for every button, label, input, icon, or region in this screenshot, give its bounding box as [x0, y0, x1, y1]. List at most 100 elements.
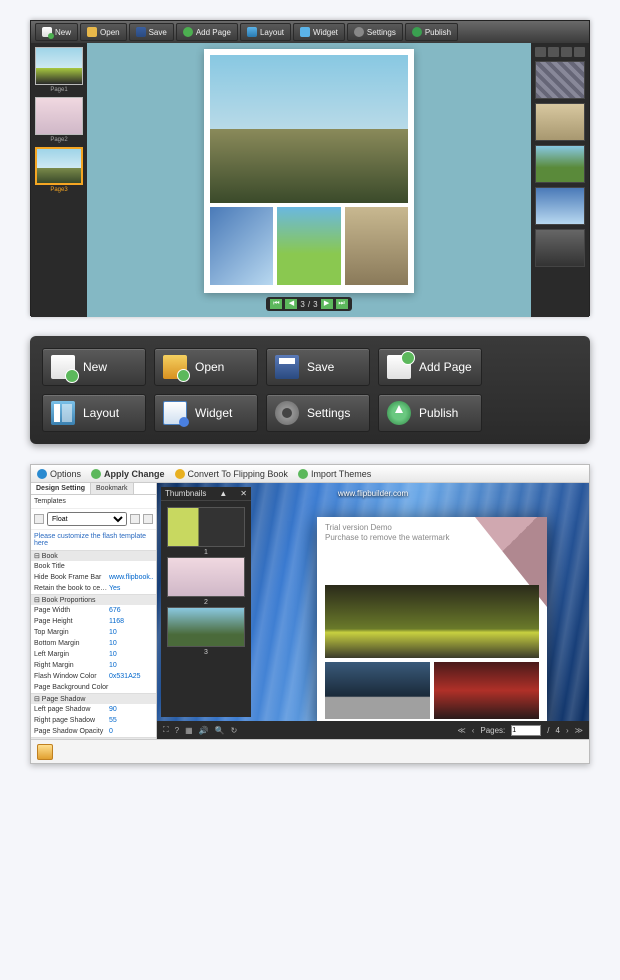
preview-bottom-bar: ⛶ ? ▦ 🔊 🔍 ↻ ≪ ‹ Pages: / 4 › ≫ [157, 721, 589, 739]
thumbnails-icon[interactable]: ▦ [185, 726, 193, 735]
canvas-image-2[interactable] [277, 207, 340, 285]
apply-change-button[interactable]: Apply Change [91, 469, 165, 479]
prop-row[interactable]: Page Background Color [31, 682, 156, 693]
page-input[interactable] [511, 725, 541, 736]
first-page-button[interactable]: ⏮ [270, 299, 282, 309]
canvas-main-image[interactable] [210, 55, 408, 203]
canvas-image-3[interactable] [345, 207, 408, 285]
prop-row[interactable]: Bottom Margin10 [31, 638, 156, 649]
thumbnails-pin-icon[interactable]: ▲ [219, 489, 227, 498]
tb-widget[interactable]: Widget [293, 23, 345, 41]
tb-publish[interactable]: Publish [405, 23, 458, 41]
asset-tab-2[interactable] [548, 47, 559, 57]
prop-row[interactable]: Right Margin10 [31, 660, 156, 671]
template-browse[interactable] [130, 514, 140, 524]
preview-thumb-3[interactable]: 3 [167, 607, 245, 647]
prop-value[interactable]: 10 [109, 649, 153, 660]
flipbook-page[interactable]: Trial version Demo Purchase to remove th… [317, 517, 547, 727]
zoom-icon[interactable]: 🔍 [215, 726, 225, 735]
main-toolbar: New Open Save Add Page Layout Widget Set… [30, 336, 590, 444]
template-refresh[interactable] [143, 514, 153, 524]
template-swatch[interactable] [34, 514, 44, 524]
convert-button[interactable]: Convert To Flipping Book [175, 469, 288, 479]
prop-value[interactable] [109, 682, 153, 693]
prop-row[interactable]: Flash Window Color0x531A25 [31, 671, 156, 682]
prop-row[interactable]: Page Width676 [31, 605, 156, 616]
prop-row[interactable]: Top Margin10 [31, 627, 156, 638]
prop-row[interactable]: Book Title [31, 561, 156, 572]
tb-addpage[interactable]: Add Page [176, 23, 238, 41]
settings-button[interactable]: Settings [266, 394, 370, 432]
prop-row[interactable]: Retain the book to centerYes [31, 583, 156, 594]
open-button[interactable]: Open [154, 348, 258, 386]
prop-value[interactable]: 90 [109, 704, 153, 715]
help-icon[interactable]: ? [175, 726, 179, 735]
tab-design-setting[interactable]: Design Setting [31, 483, 91, 494]
page-thumb-2[interactable] [35, 97, 83, 135]
tb-settings[interactable]: Settings [347, 23, 403, 41]
asset-tab-1[interactable] [535, 47, 546, 57]
canvas-image-1[interactable] [210, 207, 273, 285]
asset-thumb-5[interactable] [535, 229, 585, 267]
asset-thumb-1[interactable] [535, 61, 585, 99]
preview-thumb-2[interactable]: 2 [167, 557, 245, 597]
last-page-button[interactable]: ⏭ [336, 299, 348, 309]
prop-group[interactable]: ⊟ Book [31, 550, 156, 561]
asset-tab-3[interactable] [561, 47, 572, 57]
tb-save[interactable]: Save [129, 23, 174, 41]
asset-thumb-3[interactable] [535, 145, 585, 183]
prop-value[interactable]: 55 [109, 715, 153, 726]
autoflip-icon[interactable]: ↻ [231, 726, 238, 735]
tb-layout[interactable]: Layout [240, 23, 291, 41]
save-button[interactable]: Save [266, 348, 370, 386]
asset-thumb-4[interactable] [535, 187, 585, 225]
asset-tab-4[interactable] [574, 47, 585, 57]
prop-value[interactable]: Yes [109, 583, 153, 594]
thumbnails-close-icon[interactable]: ✕ [240, 489, 247, 498]
preview-thumb-1[interactable]: 1 [167, 507, 245, 547]
prop-value[interactable]: 0x531A25 [109, 671, 153, 682]
asset-thumb-2[interactable] [535, 103, 585, 141]
layout-button[interactable]: Layout [42, 394, 146, 432]
prop-row[interactable]: Hide Book Frame Barwww.flipbook... [31, 572, 156, 583]
page-thumb-3[interactable] [35, 147, 83, 185]
prop-value[interactable]: 0 [109, 726, 153, 737]
options-button[interactable]: Options [37, 469, 81, 479]
prop-value[interactable]: 10 [109, 660, 153, 671]
prop-row[interactable]: Left Margin10 [31, 649, 156, 660]
footer-button[interactable] [37, 744, 53, 760]
prop-row[interactable]: Left page Shadow90 [31, 704, 156, 715]
add-page-button[interactable]: Add Page [378, 348, 482, 386]
page-thumb-1[interactable] [35, 47, 83, 85]
new-button[interactable]: New [42, 348, 146, 386]
prev-icon[interactable]: ‹ [472, 726, 475, 735]
widget-button[interactable]: Widget [154, 394, 258, 432]
last-icon[interactable]: ≫ [575, 726, 583, 735]
prop-row[interactable]: Page Height1168 [31, 616, 156, 627]
tb-open[interactable]: Open [80, 23, 127, 41]
next-page-button[interactable]: ▶ [321, 299, 333, 309]
prop-value[interactable]: 676 [109, 605, 153, 616]
publish-button[interactable]: Publish [378, 394, 482, 432]
prop-group[interactable]: ⊟ Book Proportions [31, 594, 156, 605]
prop-group[interactable]: ⊟ Page Shadow [31, 693, 156, 704]
import-themes-button[interactable]: Import Themes [298, 469, 371, 479]
tb-new[interactable]: New [35, 23, 78, 41]
prop-value[interactable] [109, 561, 153, 572]
sound-icon[interactable]: 🔊 [199, 726, 209, 735]
prev-page-button[interactable]: ◀ [285, 299, 297, 309]
prop-row[interactable]: Right page Shadow55 [31, 715, 156, 726]
prop-value[interactable]: 1168 [109, 616, 153, 627]
prop-row[interactable]: Page Shadow Opacity0 [31, 726, 156, 737]
page-canvas[interactable] [204, 49, 414, 293]
fullscreen-icon[interactable]: ⛶ [163, 725, 169, 735]
prop-value[interactable]: 10 [109, 627, 153, 638]
next-icon[interactable]: › [566, 726, 569, 735]
property-list: ⊟ BookBook TitleHide Book Frame Barwww.f… [31, 550, 156, 739]
prop-value[interactable]: 10 [109, 638, 153, 649]
prop-value[interactable]: www.flipbook... [109, 572, 153, 583]
tab-bookmark[interactable]: Bookmark [91, 483, 134, 494]
first-icon[interactable]: ≪ [457, 726, 465, 735]
save-icon [136, 27, 146, 37]
template-select[interactable]: Float [47, 512, 127, 526]
